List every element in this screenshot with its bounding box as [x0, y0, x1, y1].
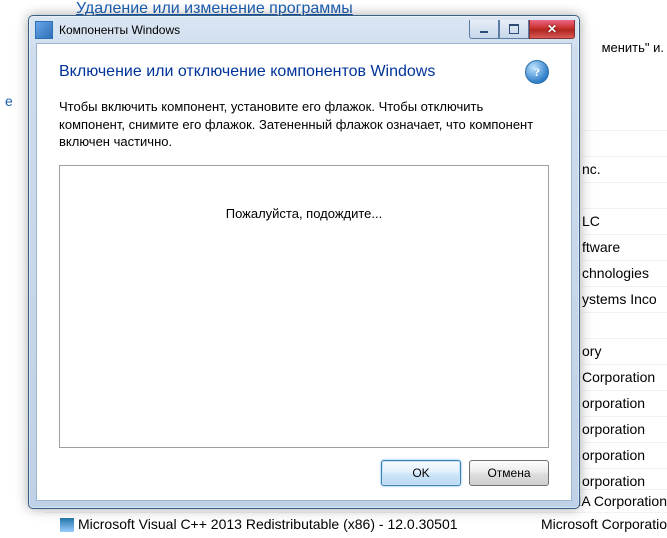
- cancel-button[interactable]: Отмена: [469, 460, 549, 486]
- close-button[interactable]: ✕: [529, 20, 575, 39]
- minimize-button[interactable]: [469, 20, 499, 39]
- maximize-button[interactable]: [499, 20, 529, 39]
- publisher-fragment: chnologies: [582, 260, 667, 286]
- window-title: Компоненты Windows: [59, 23, 469, 37]
- publisher-fragment: orporation: [582, 390, 667, 416]
- sidebar-fragment: е: [5, 93, 13, 109]
- ok-button[interactable]: OK: [381, 460, 461, 486]
- publisher-column-fragment: nc. LCftwarechnologiesystems Inco oryCorpo…: [582, 130, 667, 494]
- close-icon: ✕: [547, 22, 557, 36]
- minimize-icon: [480, 31, 488, 33]
- windows-features-dialog: Компоненты Windows ✕ Включение или отклю…: [28, 15, 580, 509]
- publisher-fragment: Corporation: [582, 364, 667, 390]
- publisher-fragment: nc.: [582, 156, 667, 182]
- program-name: Microsoft Visual C++ 2013 Redistributabl…: [78, 516, 458, 532]
- titlebar[interactable]: Компоненты Windows ✕: [29, 16, 579, 43]
- program-icon: [60, 518, 74, 532]
- dialog-description: Чтобы включить компонент, установите его…: [59, 98, 549, 151]
- publisher-fragment: LC: [582, 208, 667, 234]
- publisher-fragment: orporation: [582, 416, 667, 442]
- dialog-heading: Включение или отключение компонентов Win…: [59, 63, 435, 81]
- publisher-fragment: [582, 182, 667, 208]
- publisher-fragment: ory: [582, 338, 667, 364]
- maximize-icon: [509, 24, 519, 34]
- publisher-fragment: [582, 130, 667, 156]
- loading-text: Пожалуйста, подождите...: [226, 206, 383, 221]
- publisher-fragment: [582, 312, 667, 338]
- features-tree-loading: Пожалуйста, подождите...: [59, 165, 549, 448]
- publisher-fragment: orporation: [582, 442, 667, 468]
- publisher-fragment: ystems Inco: [582, 286, 667, 312]
- toolbar-fragment: менить" и.: [602, 40, 664, 55]
- app-icon: [35, 21, 53, 39]
- program-publisher: Microsoft Corporatio: [541, 513, 667, 535]
- publisher-fragment: ftware: [582, 234, 667, 260]
- program-row[interactable]: Microsoft Visual C++ 2013 Redistributabl…: [45, 512, 667, 535]
- help-button[interactable]: ?: [525, 60, 549, 84]
